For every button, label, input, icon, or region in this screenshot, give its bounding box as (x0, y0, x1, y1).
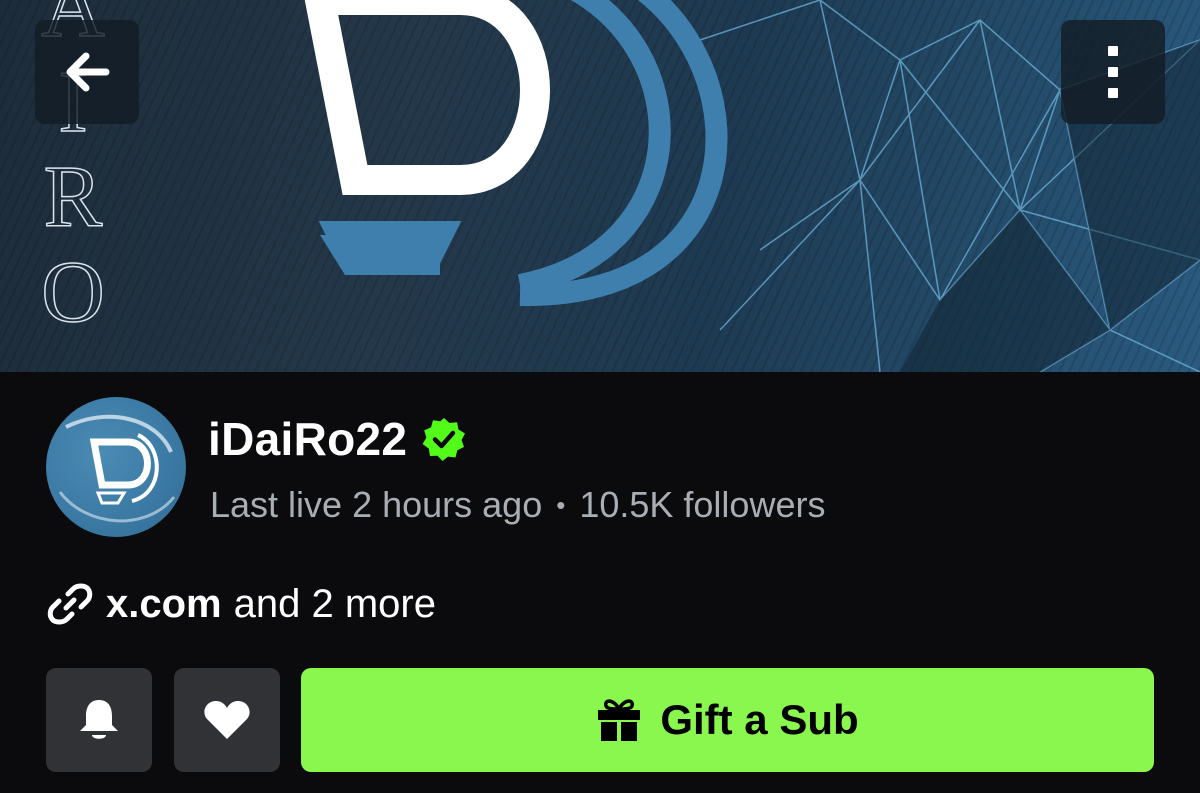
link-primary[interactable]: x.com (106, 582, 222, 627)
followers-count: 10.5K followers (579, 484, 826, 525)
bell-icon (80, 700, 118, 739)
channel-banner: A I R O (0, 0, 1200, 372)
more-options-button[interactable] (1061, 20, 1165, 124)
banner-letter: R (43, 149, 103, 246)
banner-art (304, 0, 1200, 372)
gift-icon (598, 699, 641, 741)
last-live-text: Last live 2 hours ago (210, 484, 543, 525)
link-more[interactable]: and 2 more (234, 582, 436, 627)
gift-sub-button[interactable]: Gift a Sub (301, 668, 1154, 772)
verified-badge-icon (422, 418, 466, 461)
back-button[interactable] (35, 20, 139, 124)
follow-button[interactable] (174, 668, 280, 772)
channel-name-row: iDaiRo22 (208, 412, 467, 466)
channel-avatar[interactable] (46, 397, 186, 537)
link-icon (47, 583, 93, 625)
kebab-menu-icon (1108, 46, 1118, 98)
channel-meta: Last live 2 hours ago • 10.5K followers (210, 484, 825, 526)
heart-icon (204, 701, 250, 739)
channel-links[interactable]: x.com and 2 more (46, 580, 436, 628)
notifications-button[interactable] (46, 668, 152, 772)
meta-separator: • (556, 489, 566, 520)
arrow-left-icon (66, 52, 110, 92)
banner-letter: O (40, 244, 105, 341)
gift-sub-label: Gift a Sub (660, 696, 859, 743)
channel-name: iDaiRo22 (208, 413, 408, 465)
avatar-logo (58, 414, 176, 523)
